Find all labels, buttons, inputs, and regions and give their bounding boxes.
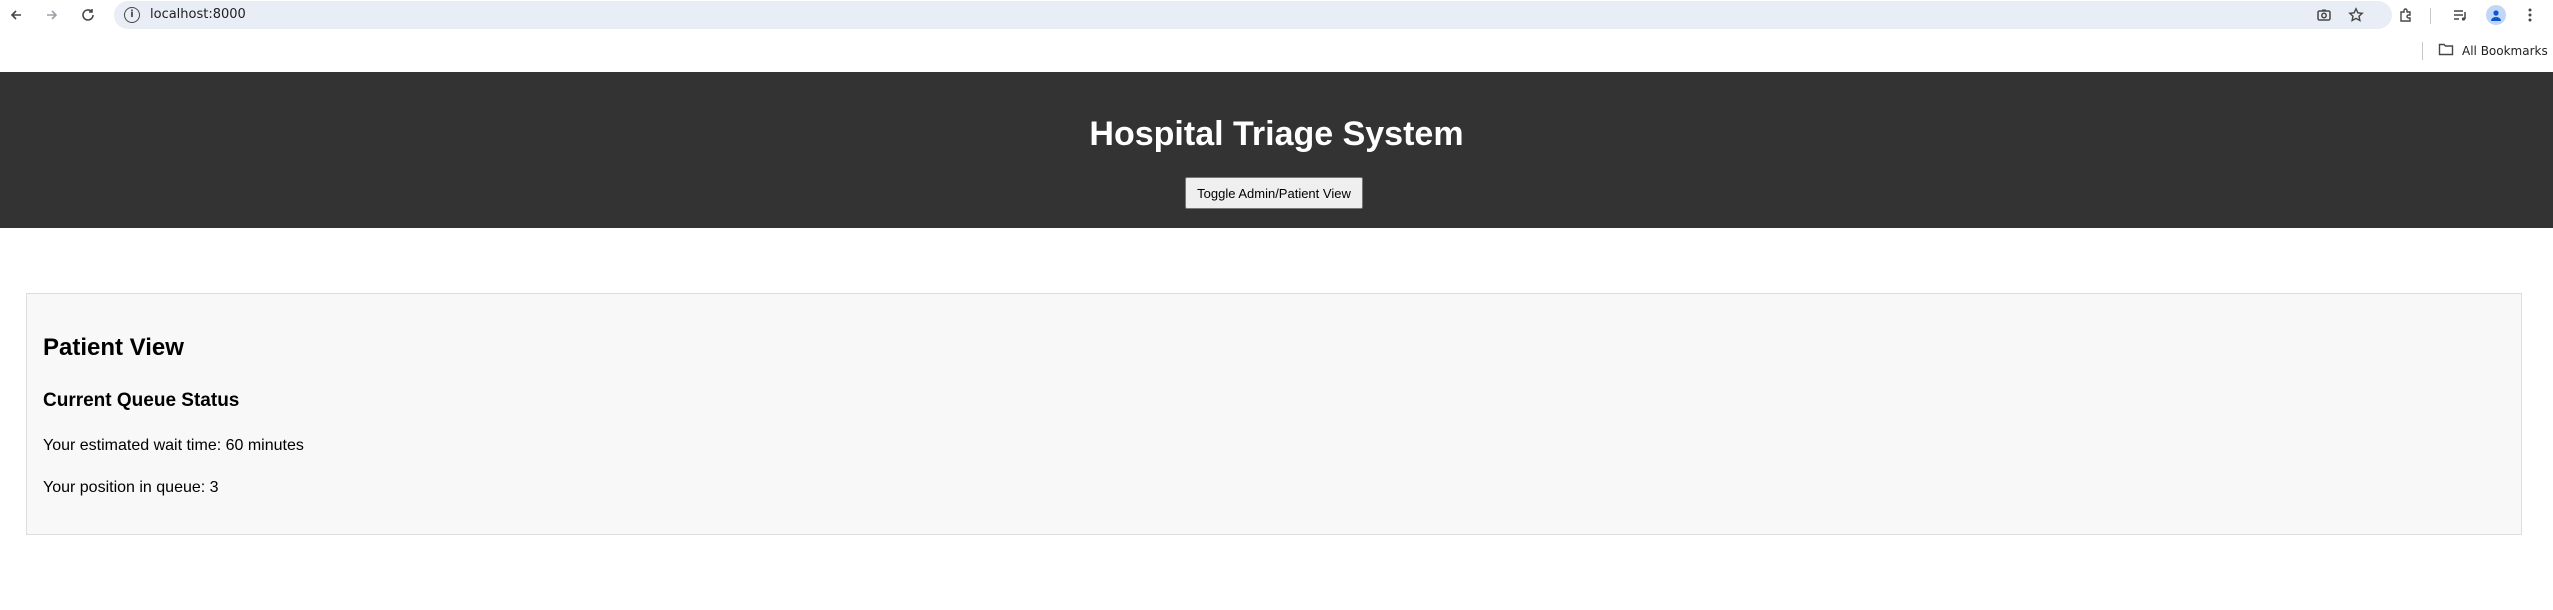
all-bookmarks-label: All Bookmarks <box>2462 43 2548 58</box>
site-info-icon[interactable]: i <box>124 7 140 23</box>
kebab-menu-icon[interactable] <box>2518 3 2542 27</box>
folder-icon <box>2438 42 2454 59</box>
page-title: Hospital Triage System <box>1089 115 1464 153</box>
forward-arrow-icon[interactable] <box>40 3 64 27</box>
patient-view-panel: Patient View Current Queue Status Your e… <box>26 293 2522 535</box>
address-bar[interactable]: i localhost:8000 <box>114 1 2392 29</box>
bookmarks-bar: All Bookmarks <box>0 30 2553 72</box>
all-bookmarks-button[interactable]: All Bookmarks <box>2438 42 2548 59</box>
screenshot-icon[interactable] <box>2314 5 2334 25</box>
back-arrow-icon[interactable] <box>4 3 28 27</box>
media-queue-icon[interactable] <box>2448 3 2472 27</box>
app-header: Hospital Triage System Toggle Admin/Pati… <box>0 72 2553 228</box>
toggle-view-button[interactable]: Toggle Admin/Patient View <box>1185 177 1363 209</box>
toolbar-divider <box>2430 8 2431 24</box>
extensions-icon[interactable] <box>2394 3 2418 27</box>
bookmarks-divider <box>2422 42 2423 60</box>
wait-time-text: Your estimated wait time: 60 minutes <box>43 437 304 454</box>
browser-toolbar: i localhost:8000 <box>0 0 2553 30</box>
queue-status-heading: Current Queue Status <box>43 390 240 411</box>
reload-icon[interactable] <box>76 3 100 27</box>
star-icon[interactable] <box>2346 5 2366 25</box>
url-text[interactable]: localhost:8000 <box>150 7 246 22</box>
queue-position-text: Your position in queue: 3 <box>43 479 219 496</box>
patient-view-title: Patient View <box>43 334 184 361</box>
profile-icon[interactable] <box>2484 3 2508 27</box>
